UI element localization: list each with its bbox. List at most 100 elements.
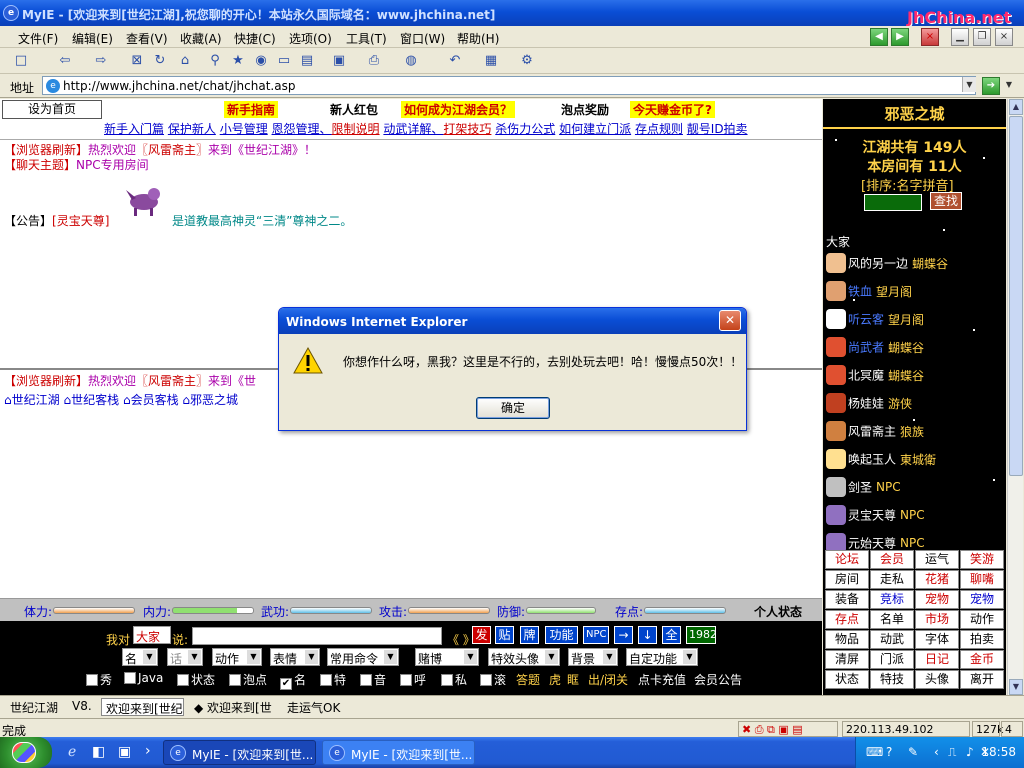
checkbox-sound[interactable]: 音 (360, 671, 386, 688)
checkbox-show[interactable]: 秀 (86, 671, 112, 688)
scroll-up-icon[interactable]: ▲ (1009, 99, 1023, 115)
close-page-icon[interactable]: × (921, 28, 939, 46)
paste-button[interactable]: 贴 (495, 626, 514, 644)
checkbox-status[interactable]: 状态 (177, 671, 215, 688)
menu-tools[interactable]: 工具(T) (346, 30, 387, 47)
address-input[interactable]: e http://www.jhchina.net/chat/jhchat.asp (42, 76, 976, 95)
menu-file[interactable]: 文件(F) (18, 30, 58, 47)
gamble-select[interactable]: 赌博 ▼ (415, 648, 479, 666)
effect-avatar-select[interactable]: 特效头像 ▼ (488, 648, 560, 666)
taskbar-task-active[interactable]: e MyIE - [欢迎来到[世... (163, 740, 316, 765)
user-list-item[interactable]: 铁血 望月阁 (826, 281, 912, 305)
tab-welcome[interactable]: ◆ 欢迎来到[世 (190, 698, 276, 716)
retreat-link[interactable]: 出/闭关 (588, 671, 628, 688)
link-alt-account[interactable]: 小号管理 (220, 122, 268, 136)
page-scrollbar[interactable]: ▲ ▼ (1007, 99, 1023, 695)
room-link[interactable]: 会员客栈 (131, 393, 179, 407)
emote-select[interactable]: 表情 ▼ (270, 648, 320, 666)
link-protect-newbie[interactable]: 保护新人 (168, 122, 216, 136)
settings-icon[interactable]: ⚙ (518, 52, 536, 70)
command-grid-button[interactable]: 房间 (825, 570, 869, 589)
tiger-link[interactable]: 虎 (549, 671, 561, 688)
command-grid-button[interactable]: 离开 (960, 670, 1004, 689)
command-grid-button[interactable]: 竞标 (870, 590, 914, 609)
checkbox-scroll[interactable]: 滚 (480, 671, 506, 688)
tray-tools-icon[interactable]: ✎ (908, 745, 918, 759)
tab-active[interactable]: 欢迎来到[世纪 (101, 698, 184, 716)
menu-favorites[interactable]: 收藏(A) (180, 30, 222, 47)
stop-icon[interactable]: ⊠ (128, 52, 146, 70)
minimize-icon[interactable]: ▁ (951, 28, 969, 46)
eye-link[interactable]: 眶 (567, 671, 579, 688)
member-notice-link[interactable]: 会员公告 (694, 671, 742, 688)
menu-options[interactable]: 选项(O) (289, 30, 332, 47)
menu-shortcut[interactable]: 快捷(C) (234, 30, 276, 47)
name-select[interactable]: 名 ▼ (122, 648, 158, 666)
favorites-icon[interactable]: ★ (229, 52, 247, 70)
address-dropdown-icon[interactable]: ▼ (962, 77, 976, 92)
chat-message-input[interactable] (192, 627, 442, 645)
link-id-auction[interactable]: 靓号ID拍卖 (687, 122, 748, 136)
command-grid-button[interactable]: 字体 (915, 630, 959, 649)
personal-status-link[interactable]: 个人状态 (754, 603, 802, 620)
tray-expand-icon[interactable]: ‹ (934, 745, 939, 759)
user-list-item[interactable]: 剑圣 NPC (826, 477, 901, 501)
quicklaunch-more-icon[interactable]: › (145, 743, 151, 759)
tab-jianghu[interactable]: 世纪江湖 (6, 698, 62, 716)
tray-keyboard-icon[interactable]: ⌨ (866, 745, 883, 759)
print-icon[interactable]: ⎙ (365, 52, 383, 70)
tray-help-icon[interactable]: ? (886, 745, 892, 759)
command-grid-button[interactable]: 动武 (870, 630, 914, 649)
user-list-item[interactable]: 听云客 望月阁 (826, 309, 924, 333)
menu-window[interactable]: 窗口(W) (400, 30, 445, 47)
undo-icon[interactable]: ↶ (446, 52, 464, 70)
newbie-guide-link[interactable]: 新手指南 (224, 101, 279, 118)
action-select[interactable]: 动作 ▼ (212, 648, 262, 666)
target-select[interactable]: 大家 (133, 626, 171, 644)
checkbox-idle[interactable]: 泡点 (229, 671, 267, 688)
command-grid-button[interactable]: 装备 (825, 590, 869, 609)
ok-button[interactable]: 确定 (476, 397, 550, 419)
command-grid-button[interactable]: 论坛 (825, 550, 869, 569)
history-icon[interactable]: ◉ (252, 52, 270, 70)
menu-help[interactable]: 帮助(H) (457, 30, 499, 47)
back-green-icon[interactable]: ◀ (870, 28, 888, 46)
command-grid-button[interactable]: 状态 (825, 670, 869, 689)
back-icon[interactable]: ⇦ (56, 52, 74, 70)
user-list-item[interactable]: 风的另一边 蝴蝶谷 (826, 253, 948, 277)
user-list-item[interactable]: 杨娃娃 游侠 (826, 393, 912, 417)
link-combat-detail[interactable]: 动武详解、 (383, 122, 443, 136)
command-grid-button[interactable]: 宠物 (915, 590, 959, 609)
restore-icon[interactable]: ❐ (973, 28, 991, 46)
room-link[interactable]: 世纪江湖 (12, 393, 60, 407)
send-button[interactable]: 发 (472, 626, 491, 644)
user-list-item[interactable]: 唤起玉人 東城衛 (826, 449, 936, 473)
checkbox-java[interactable]: Java (124, 671, 163, 685)
scroll-down-icon[interactable]: ▼ (1009, 679, 1023, 695)
user-list-item[interactable]: 北冥魔 蝴蝶谷 (826, 365, 924, 389)
checkbox-call[interactable]: 呼 (400, 671, 426, 688)
network-icon[interactable]: ◍ (402, 52, 420, 70)
command-grid-button[interactable]: 特技 (870, 670, 914, 689)
command-grid-button[interactable]: 市场 (915, 610, 959, 629)
quiz-link[interactable]: 答题 (516, 671, 540, 688)
all-users-label[interactable]: 大家 (826, 233, 850, 250)
earn-gold-link[interactable]: 今天赚金币了? (630, 101, 715, 118)
npc-button[interactable]: NPC (583, 626, 609, 644)
checkbox-special[interactable]: 特 (320, 671, 346, 688)
command-grid-button[interactable]: 聊嘴 (960, 570, 1004, 589)
refresh-icon[interactable]: ↻ (151, 52, 169, 70)
command-grid-button[interactable]: 物品 (825, 630, 869, 649)
forward-icon[interactable]: ⇨ (92, 52, 110, 70)
user-list-item[interactable]: 风雷斋主 狼族 (826, 421, 924, 445)
scroll-thumb[interactable] (1009, 116, 1023, 476)
command-grid-button[interactable]: 花猪 (915, 570, 959, 589)
taskbar-task[interactable]: e MyIE - [欢迎来到[世... (322, 740, 475, 765)
command-grid-button[interactable]: 日记 (915, 650, 959, 669)
link-restrictions[interactable]: 限制说明 (332, 122, 380, 136)
command-grid-button[interactable]: 名单 (870, 610, 914, 629)
command-grid-button[interactable]: 门派 (870, 650, 914, 669)
angle-quote-button[interactable]: 《 》 (447, 631, 475, 648)
tab-luck[interactable]: 走运气OK (283, 698, 344, 716)
myie-app-icon[interactable]: e (3, 5, 19, 21)
